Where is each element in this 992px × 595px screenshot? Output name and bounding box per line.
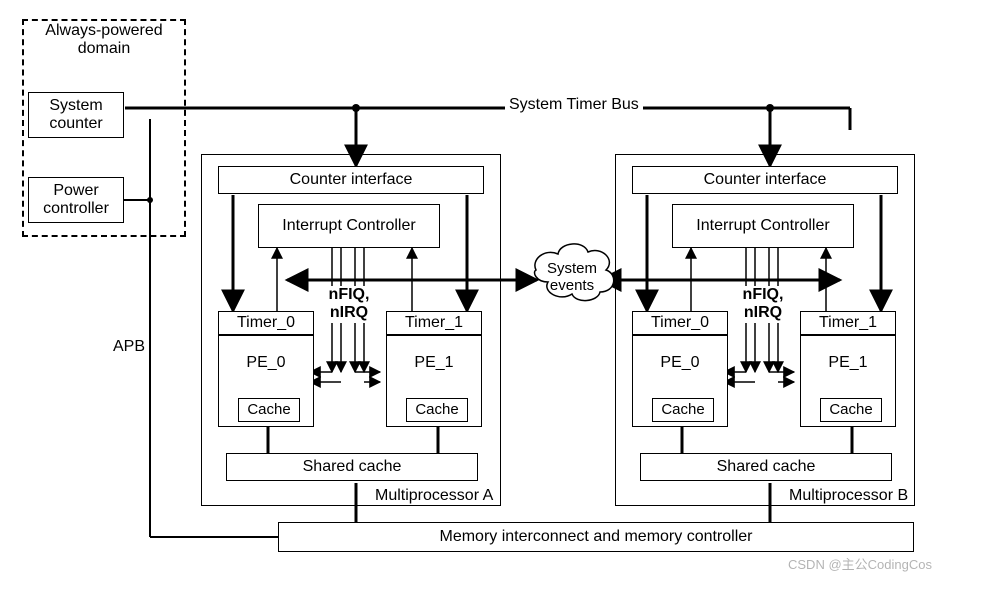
cache-a0: Cache [238,398,300,422]
pe1-a-label: PE_1 [414,354,453,372]
watermark: CSDN @主公CodingCos [788,554,932,573]
multiprocessor-a-label: Multiprocessor A [375,487,493,505]
timer0-a: Timer_0 [218,311,314,335]
shared-cache-a: Shared cache [226,453,478,481]
cache-b0: Cache [652,398,714,422]
power-controller: Power controller [28,177,124,223]
timer0-b-label: Timer_0 [651,314,709,332]
counter-interface-b: Counter interface [632,166,898,194]
counter-interface-a: Counter interface [218,166,484,194]
apb-label: APB [113,338,145,356]
shared-cache-a-label: Shared cache [303,458,402,476]
timer0-b: Timer_0 [632,311,728,335]
timer0-a-label: Timer_0 [237,314,295,332]
nfiq-nirq-b: nFIQ, nIRQ [739,286,787,323]
timer1-b-label: Timer_1 [819,314,877,332]
always-powered-label: Always-powered domain [37,22,171,59]
shared-cache-b: Shared cache [640,453,892,481]
cache-b0-label: Cache [661,401,704,418]
cache-a1-label: Cache [415,401,458,418]
system-events-label: System events [542,260,602,295]
counter-interface-a-label: Counter interface [290,171,413,189]
timer1-a: Timer_1 [386,311,482,335]
multiprocessor-b-label: Multiprocessor B [789,487,908,505]
pe0-b-label: PE_0 [660,354,699,372]
system-timer-bus-label: System Timer Bus [505,96,643,114]
power-controller-label: Power controller [33,182,119,219]
nfiq-nirq-a: nFIQ, nIRQ [325,286,373,323]
interrupt-controller-a: Interrupt Controller [258,204,440,248]
counter-interface-b-label: Counter interface [704,171,827,189]
pe0-a-label: PE_0 [246,354,285,372]
interrupt-controller-b: Interrupt Controller [672,204,854,248]
pe1-b-label: PE_1 [828,354,867,372]
memory-interconnect: Memory interconnect and memory controlle… [278,522,914,552]
interrupt-controller-a-label: Interrupt Controller [282,217,415,235]
system-counter: System counter [28,92,124,138]
cache-b1-label: Cache [829,401,872,418]
timer1-a-label: Timer_1 [405,314,463,332]
cache-a0-label: Cache [247,401,290,418]
shared-cache-b-label: Shared cache [717,458,816,476]
cache-a1: Cache [406,398,468,422]
cache-b1: Cache [820,398,882,422]
interrupt-controller-b-label: Interrupt Controller [696,217,829,235]
system-counter-label: System counter [33,97,119,134]
timer1-b: Timer_1 [800,311,896,335]
memory-interconnect-label: Memory interconnect and memory controlle… [439,528,752,546]
